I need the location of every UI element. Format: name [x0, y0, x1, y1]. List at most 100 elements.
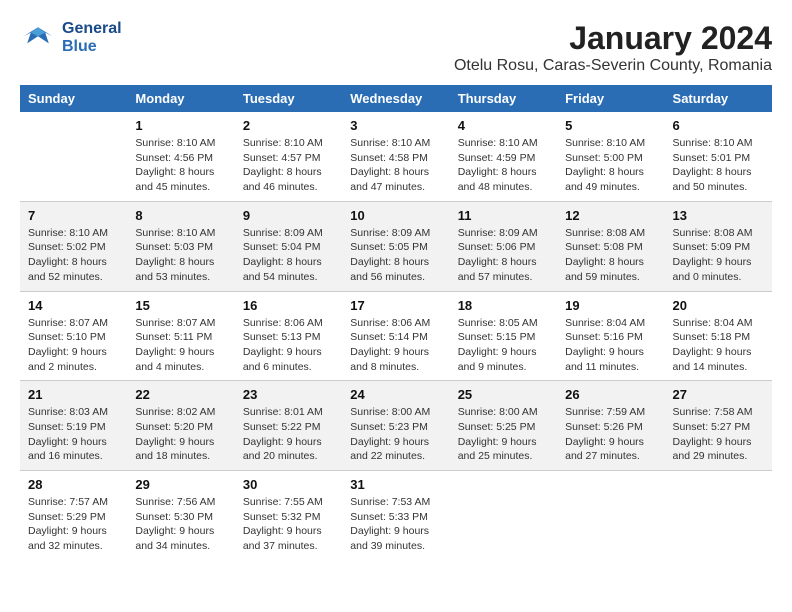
logo: General Blue: [20, 20, 122, 56]
calendar-cell: 22 Sunrise: 8:02 AM Sunset: 5:20 PM Dayli…: [127, 381, 234, 471]
day-number: 14: [28, 298, 119, 313]
day-info: Sunrise: 8:10 AM Sunset: 4:57 PM Dayligh…: [243, 136, 334, 195]
day-number: 10: [350, 208, 441, 223]
day-info: Sunrise: 8:07 AM Sunset: 5:10 PM Dayligh…: [28, 316, 119, 375]
location-title: Otelu Rosu, Caras-Severin County, Romani…: [454, 57, 772, 75]
day-number: 17: [350, 298, 441, 313]
day-number: 1: [135, 118, 226, 133]
day-info: Sunrise: 8:01 AM Sunset: 5:22 PM Dayligh…: [243, 405, 334, 464]
day-info: Sunrise: 7:56 AM Sunset: 5:30 PM Dayligh…: [135, 495, 226, 554]
calendar-cell: 25 Sunrise: 8:00 AM Sunset: 5:25 PM Dayli…: [450, 381, 557, 471]
calendar-cell: [665, 471, 772, 560]
day-number: 30: [243, 477, 334, 492]
logo-text-line1: General: [62, 20, 122, 38]
day-number: 9: [243, 208, 334, 223]
calendar-week-row: 7 Sunrise: 8:10 AM Sunset: 5:02 PM Daylig…: [20, 201, 772, 291]
calendar-cell: 19 Sunrise: 8:04 AM Sunset: 5:16 PM Dayli…: [557, 291, 664, 381]
calendar-cell: 3Sunrise: 8:10 AM Sunset: 4:58 PM Daylig…: [342, 112, 449, 201]
page-header: General Blue January 2024 Otelu Rosu, Ca…: [20, 20, 772, 75]
day-number: 4: [458, 118, 549, 133]
day-number: 28: [28, 477, 119, 492]
day-number: 7: [28, 208, 119, 223]
day-number: 5: [565, 118, 656, 133]
day-info: Sunrise: 7:58 AM Sunset: 5:27 PM Dayligh…: [673, 405, 764, 464]
day-number: 31: [350, 477, 441, 492]
day-number: 26: [565, 387, 656, 402]
weekday-header-sunday: Sunday: [20, 85, 127, 112]
calendar-week-row: 21 Sunrise: 8:03 AM Sunset: 5:19 PM Dayli…: [20, 381, 772, 471]
day-info: Sunrise: 8:00 AM Sunset: 5:25 PM Dayligh…: [458, 405, 549, 464]
logo-text-line2: Blue: [62, 38, 122, 56]
day-number: 6: [673, 118, 764, 133]
day-number: 11: [458, 208, 549, 223]
calendar-cell: 14 Sunrise: 8:07 AM Sunset: 5:10 PM Dayli…: [20, 291, 127, 381]
day-info: Sunrise: 8:02 AM Sunset: 5:20 PM Dayligh…: [135, 405, 226, 464]
calendar-cell: 30Sunrise: 7:55 AM Sunset: 5:32 PM Dayli…: [235, 471, 342, 560]
day-info: Sunrise: 8:10 AM Sunset: 4:56 PM Dayligh…: [135, 136, 226, 195]
day-info: Sunrise: 8:08 AM Sunset: 5:08 PM Dayligh…: [565, 226, 656, 285]
calendar-cell: 12 Sunrise: 8:08 AM Sunset: 5:08 PM Dayli…: [557, 201, 664, 291]
day-info: Sunrise: 8:05 AM Sunset: 5:15 PM Dayligh…: [458, 316, 549, 375]
calendar-cell: 8Sunrise: 8:10 AM Sunset: 5:03 PM Daylig…: [127, 201, 234, 291]
day-number: 27: [673, 387, 764, 402]
day-number: 12: [565, 208, 656, 223]
day-number: 2: [243, 118, 334, 133]
calendar-cell: 2 Sunrise: 8:10 AM Sunset: 4:57 PM Daylig…: [235, 112, 342, 201]
day-number: 20: [673, 298, 764, 313]
day-number: 23: [243, 387, 334, 402]
calendar-header: SundayMondayTuesdayWednesdayThursdayFrid…: [20, 85, 772, 112]
day-info: Sunrise: 7:53 AM Sunset: 5:33 PM Dayligh…: [350, 495, 441, 554]
day-info: Sunrise: 8:06 AM Sunset: 5:13 PM Dayligh…: [243, 316, 334, 375]
day-info: Sunrise: 8:07 AM Sunset: 5:11 PM Dayligh…: [135, 316, 226, 375]
day-info: Sunrise: 8:04 AM Sunset: 5:18 PM Dayligh…: [673, 316, 764, 375]
day-info: Sunrise: 8:10 AM Sunset: 4:58 PM Dayligh…: [350, 136, 441, 195]
weekday-header-wednesday: Wednesday: [342, 85, 449, 112]
calendar-cell: [20, 112, 127, 201]
calendar-cell: 20 Sunrise: 8:04 AM Sunset: 5:18 PM Dayli…: [665, 291, 772, 381]
day-info: Sunrise: 8:08 AM Sunset: 5:09 PM Dayligh…: [673, 226, 764, 285]
calendar-cell: 9 Sunrise: 8:09 AM Sunset: 5:04 PM Daylig…: [235, 201, 342, 291]
logo-icon: [20, 23, 56, 53]
weekday-header-thursday: Thursday: [450, 85, 557, 112]
day-number: 25: [458, 387, 549, 402]
calendar-cell: 26 Sunrise: 7:59 AM Sunset: 5:26 PM Dayli…: [557, 381, 664, 471]
day-info: Sunrise: 8:04 AM Sunset: 5:16 PM Dayligh…: [565, 316, 656, 375]
day-info: Sunrise: 8:10 AM Sunset: 5:02 PM Dayligh…: [28, 226, 119, 285]
calendar-cell: 31 Sunrise: 7:53 AM Sunset: 5:33 PM Dayli…: [342, 471, 449, 560]
month-title: January 2024: [454, 20, 772, 57]
calendar-cell: 6Sunrise: 8:10 AM Sunset: 5:01 PM Daylig…: [665, 112, 772, 201]
calendar-cell: 1 Sunrise: 8:10 AM Sunset: 4:56 PM Daylig…: [127, 112, 234, 201]
weekday-header-saturday: Saturday: [665, 85, 772, 112]
day-number: 21: [28, 387, 119, 402]
calendar-cell: [557, 471, 664, 560]
day-info: Sunrise: 8:10 AM Sunset: 5:00 PM Dayligh…: [565, 136, 656, 195]
day-info: Sunrise: 8:09 AM Sunset: 5:04 PM Dayligh…: [243, 226, 334, 285]
weekday-header-friday: Friday: [557, 85, 664, 112]
calendar-cell: 13Sunrise: 8:08 AM Sunset: 5:09 PM Dayli…: [665, 201, 772, 291]
day-info: Sunrise: 8:09 AM Sunset: 5:06 PM Dayligh…: [458, 226, 549, 285]
day-number: 19: [565, 298, 656, 313]
calendar-cell: 24 Sunrise: 8:00 AM Sunset: 5:23 PM Dayli…: [342, 381, 449, 471]
calendar-cell: 23 Sunrise: 8:01 AM Sunset: 5:22 PM Dayli…: [235, 381, 342, 471]
calendar-cell: 17 Sunrise: 8:06 AM Sunset: 5:14 PM Dayli…: [342, 291, 449, 381]
calendar-cell: 21 Sunrise: 8:03 AM Sunset: 5:19 PM Dayli…: [20, 381, 127, 471]
calendar-cell: 11 Sunrise: 8:09 AM Sunset: 5:06 PM Dayli…: [450, 201, 557, 291]
weekday-header-row: SundayMondayTuesdayWednesdayThursdayFrid…: [20, 85, 772, 112]
day-info: Sunrise: 7:57 AM Sunset: 5:29 PM Dayligh…: [28, 495, 119, 554]
calendar-cell: 28 Sunrise: 7:57 AM Sunset: 5:29 PM Dayli…: [20, 471, 127, 560]
day-number: 22: [135, 387, 226, 402]
day-info: Sunrise: 8:10 AM Sunset: 5:03 PM Dayligh…: [135, 226, 226, 285]
title-section: January 2024 Otelu Rosu, Caras-Severin C…: [454, 20, 772, 75]
day-number: 15: [135, 298, 226, 313]
day-info: Sunrise: 8:00 AM Sunset: 5:23 PM Dayligh…: [350, 405, 441, 464]
day-info: Sunrise: 8:10 AM Sunset: 4:59 PM Dayligh…: [458, 136, 549, 195]
calendar-cell: 15 Sunrise: 8:07 AM Sunset: 5:11 PM Dayli…: [127, 291, 234, 381]
calendar-cell: 29Sunrise: 7:56 AM Sunset: 5:30 PM Dayli…: [127, 471, 234, 560]
day-number: 24: [350, 387, 441, 402]
day-info: Sunrise: 8:03 AM Sunset: 5:19 PM Dayligh…: [28, 405, 119, 464]
day-info: Sunrise: 8:06 AM Sunset: 5:14 PM Dayligh…: [350, 316, 441, 375]
weekday-header-tuesday: Tuesday: [235, 85, 342, 112]
weekday-header-monday: Monday: [127, 85, 234, 112]
day-info: Sunrise: 7:59 AM Sunset: 5:26 PM Dayligh…: [565, 405, 656, 464]
calendar-cell: 18Sunrise: 8:05 AM Sunset: 5:15 PM Dayli…: [450, 291, 557, 381]
